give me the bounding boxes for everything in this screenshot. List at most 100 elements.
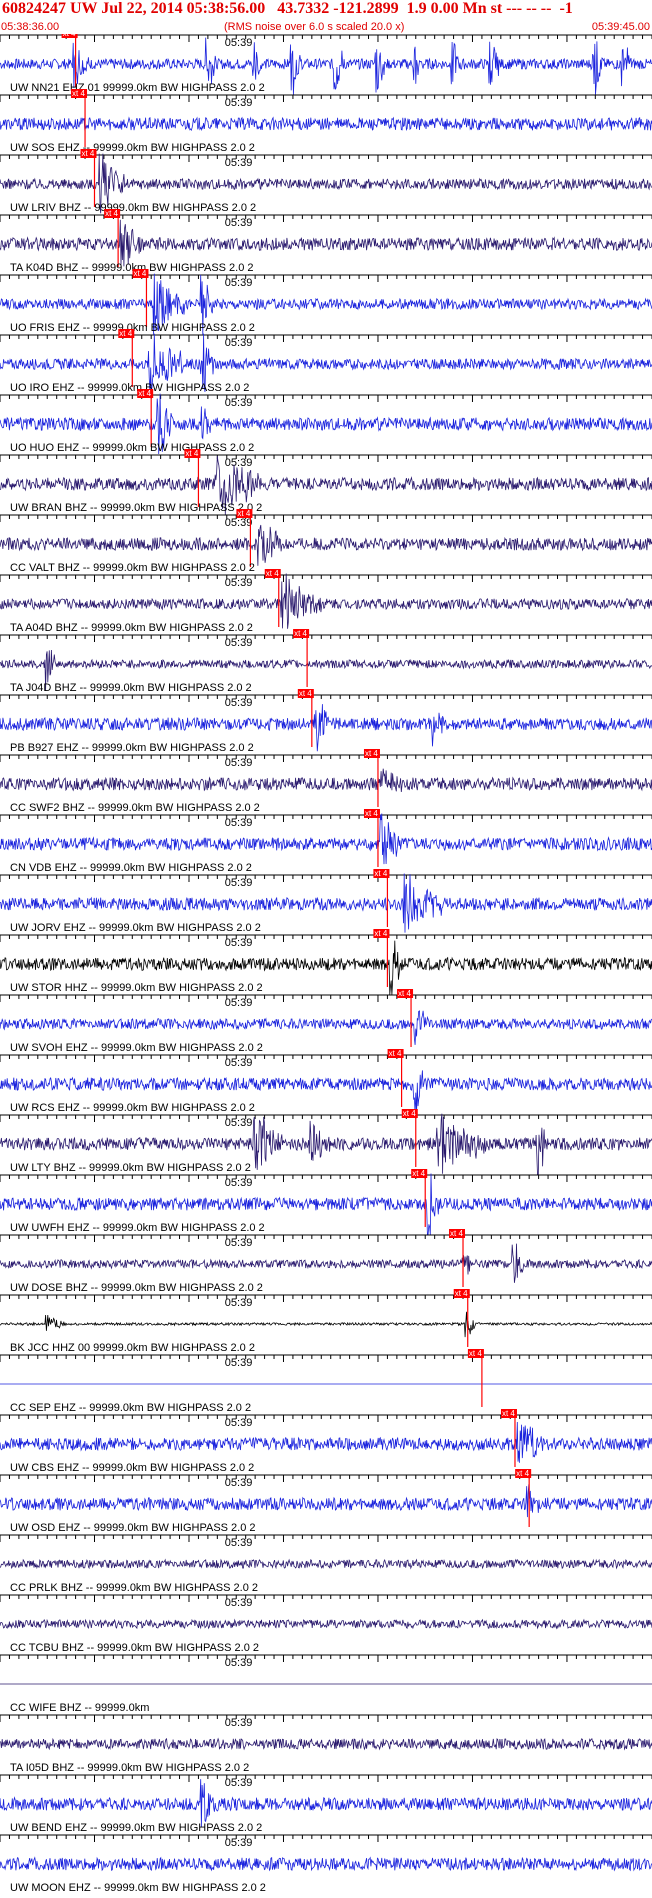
trace-panel: 05:39 xt 4 UO IRO EHZ -- 99999.0km BW HIGH… [0, 329, 652, 395]
trace-panel: 05:39 TA I05D BHZ -- 99999.0km BW HIGHPAS… [0, 1714, 652, 1774]
pick-label: xt 4 [133, 269, 146, 278]
trace-panel: 05:39xt 4UW NN21 EHZ 01 99999.0km BW HIG… [0, 34, 652, 95]
pick-label: xt 4 [81, 149, 94, 158]
trace-panel: 05:39 xt 4 UW OSD EHZ -- 99999.0km BW HIGH… [0, 1469, 652, 1534]
trace-panel: 05:39 xt 4 TA A04D BHZ -- 99999.0km BW HIG… [0, 569, 652, 634]
station-label: CC WIFE BHZ -- 99999.0km [10, 1702, 149, 1714]
station-label: UW NN21 EHZ 01 99999.0km BW HIGHPASS 2.0… [10, 82, 265, 94]
minute-tick-label: 05:39 [225, 1657, 253, 1669]
station-label: TA I05D BHZ -- 99999.0km BW HIGHPASS 2.0… [10, 1762, 249, 1774]
pick-label: xt 4 [374, 869, 387, 878]
pick-label: xt 4 [398, 989, 411, 998]
waveform-trace [0, 768, 652, 793]
waveform-trace [0, 573, 652, 629]
pick-label: xt 4 [185, 449, 198, 458]
trace-panel: 05:39 UW MOON EHZ -- 99999.0km BW HIGHPAS… [0, 1834, 652, 1894]
pick-label: xt 4 [365, 809, 378, 818]
station-label: UW UWFH EHZ -- 99999.0km BW HIGHPASS 2.0… [10, 1222, 265, 1234]
pick-label: xt 4 [266, 569, 279, 578]
pick-label: xt 4 [365, 749, 378, 758]
trace-panel: 05:39 xt 4 UW SVOH EHZ -- 99999.0km BW HIG… [0, 989, 652, 1054]
event-title: 60824247 UW Jul 22, 2014 05:38:56.00 43.… [2, 0, 573, 17]
trace-panel: 05:39 xt 4 TA J04D BHZ -- 99999.0km BW HIG… [0, 629, 652, 694]
trace-panel: 05:39 CC WIFE BHZ -- 99999.0km [0, 1654, 652, 1714]
pick-label: xt 4 [299, 689, 312, 698]
rms-noise-note: (RMS noise over 6.0 s scaled 20.0 x) [224, 21, 405, 33]
minute-tick-label: 05:39 [225, 337, 253, 349]
trace-panel: 05:39 xt 4 UW CBS EHZ -- 99999.0km BW HIGH… [0, 1409, 652, 1474]
pick-label: xt 4 [374, 929, 387, 938]
station-label: CC PRLK BHZ -- 99999.0km BW HIGHPASS 2.0… [10, 1582, 258, 1594]
minute-tick-label: 05:39 [225, 697, 253, 709]
trace-panel: 05:39 xt 4 BK JCC HHZ 00 99999.0km BW HIGH… [0, 1289, 652, 1354]
station-label: UW STOR HHZ -- 99999.0km BW HIGHPASS 2.0… [10, 982, 263, 994]
trace-panel: 05:39 UW BEND EHZ -- 99999.0km BW HIGHPAS… [0, 1774, 652, 1834]
minute-tick-label: 05:39 [225, 157, 253, 169]
trace-panel: 05:39 xt 4 TA K04D BHZ -- 99999.0km BW HIG… [0, 209, 652, 274]
trace-panel: 05:39 xt 4 CN VDB EHZ -- 99999.0km BW HIGH… [0, 809, 652, 874]
pick-label: xt 4 [450, 1229, 463, 1238]
minute-tick-label: 05:39 [225, 397, 253, 409]
minute-tick-label: 05:39 [225, 457, 253, 469]
station-label: UW DOSE BHZ -- 99999.0km BW HIGHPASS 2.0… [10, 1282, 263, 1294]
pick-label: xt 4 [469, 1349, 482, 1358]
waveform-trace [0, 1484, 652, 1518]
minute-tick-label: 05:39 [225, 1777, 253, 1789]
trace-panel: 05:39 xt 4 UW JORV EHZ -- 99999.0km BW HIG… [0, 869, 652, 934]
waveform-trace [0, 1618, 652, 1630]
waveform-trace [0, 1856, 652, 1872]
seismogram-plot: 05:39xt 4UW NN21 EHZ 01 99999.0km BW HIG… [0, 34, 652, 1894]
waveform-trace [0, 1779, 652, 1828]
pick-label: xt 4 [403, 1109, 416, 1118]
station-label: TA J04D BHZ -- 99999.0km BW HIGHPASS 2.0… [10, 682, 252, 694]
station-label: UW CBS EHZ -- 99999.0km BW HIGHPASS 2.0 … [10, 1462, 254, 1474]
pick-label: xt 4 [455, 1289, 468, 1298]
minute-tick-label: 05:39 [225, 217, 253, 229]
minute-tick-label: 05:39 [225, 97, 253, 109]
station-label: CN VDB EHZ -- 99999.0km BW HIGHPASS 2.0 … [10, 862, 252, 874]
station-label: UW LRIV BHZ -- 99999.0km BW HIGHPASS 2.0… [10, 202, 256, 214]
pick-label: xt 4 [389, 1049, 402, 1058]
pick-label: xt 4 [516, 1469, 529, 1478]
waveform-trace [0, 813, 652, 865]
station-label: UO IRO EHZ -- 99999.0km BW HIGHPASS 2.0 … [10, 382, 249, 394]
trace-panel: 05:39 xt 4 UW STOR HHZ -- 99999.0km BW HIG… [0, 929, 652, 995]
minute-tick-label: 05:39 [225, 1537, 253, 1549]
pick-label: xt 4 [412, 1169, 425, 1178]
station-label: UW LTY BHZ -- 99999.0km BW HIGHPASS 2.0 … [10, 1162, 251, 1174]
minute-tick-label: 05:39 [225, 517, 253, 529]
start-time-label: 05:38:36.00 [1, 21, 60, 33]
minute-tick-label: 05:39 [225, 1177, 253, 1189]
trace-panel: 05:39 xt 4 UW SOS EHZ -- 99999.0km BW HIGH… [0, 89, 652, 154]
pick-label: xt 4 [119, 329, 132, 338]
minute-tick-label: 05:39 [225, 877, 253, 889]
pick-label: xt 4 [72, 89, 85, 98]
waveform-trace [0, 219, 652, 267]
station-label: BK JCC HHZ 00 99999.0km BW HIGHPASS 2.0 … [10, 1342, 255, 1354]
minute-tick-label: 05:39 [225, 1837, 253, 1849]
pick-label: xt 4 [63, 34, 76, 38]
trace-panel: 05:39 xt 4 CC SEP EHZ -- 99999.0km BW HIGH… [0, 1349, 652, 1414]
minute-tick-label: 05:39 [225, 1357, 253, 1369]
minute-tick-label: 05:39 [225, 637, 253, 649]
minute-tick-label: 05:39 [225, 997, 253, 1009]
trace-panel: 05:39xt 4UW BRAN BHZ -- 99999.0km BW HIG… [0, 449, 652, 515]
minute-tick-label: 05:39 [225, 937, 253, 949]
minute-tick-label: 05:39 [225, 37, 253, 49]
trace-panel: 05:39 xt 4 UW RCS EHZ -- 99999.0km BW HIGH… [0, 1049, 652, 1115]
station-label: UW JORV EHZ -- 99999.0km BW HIGHPASS 2.0… [10, 922, 261, 934]
minute-tick-label: 05:39 [225, 1237, 253, 1249]
station-label: TA K04D BHZ -- 99999.0km BW HIGHPASS 2.0… [10, 262, 254, 274]
waveform-trace [0, 1311, 652, 1338]
minute-tick-label: 05:39 [225, 817, 253, 829]
waveform-trace [0, 1010, 652, 1045]
waveform-trace [0, 524, 652, 566]
waveform-trace [0, 1243, 652, 1283]
station-label: UW BEND EHZ -- 99999.0km BW HIGHPASS 2.0… [10, 1822, 262, 1834]
waveform-trace [0, 1558, 652, 1570]
trace-panel: 05:39xt 4 CC VALT BHZ -- 99999.0km BW HIG… [0, 509, 652, 574]
trace-panel: 05:39 xt 4 UW DOSE BHZ -- 99999.0km BW HIG… [0, 1229, 652, 1294]
minute-tick-label: 05:39 [225, 1417, 253, 1429]
minute-tick-label: 05:39 [225, 1117, 253, 1129]
trace-panel: 05:39 xt 4 CC SWF2 BHZ -- 99999.0km BW HIG… [0, 749, 652, 814]
